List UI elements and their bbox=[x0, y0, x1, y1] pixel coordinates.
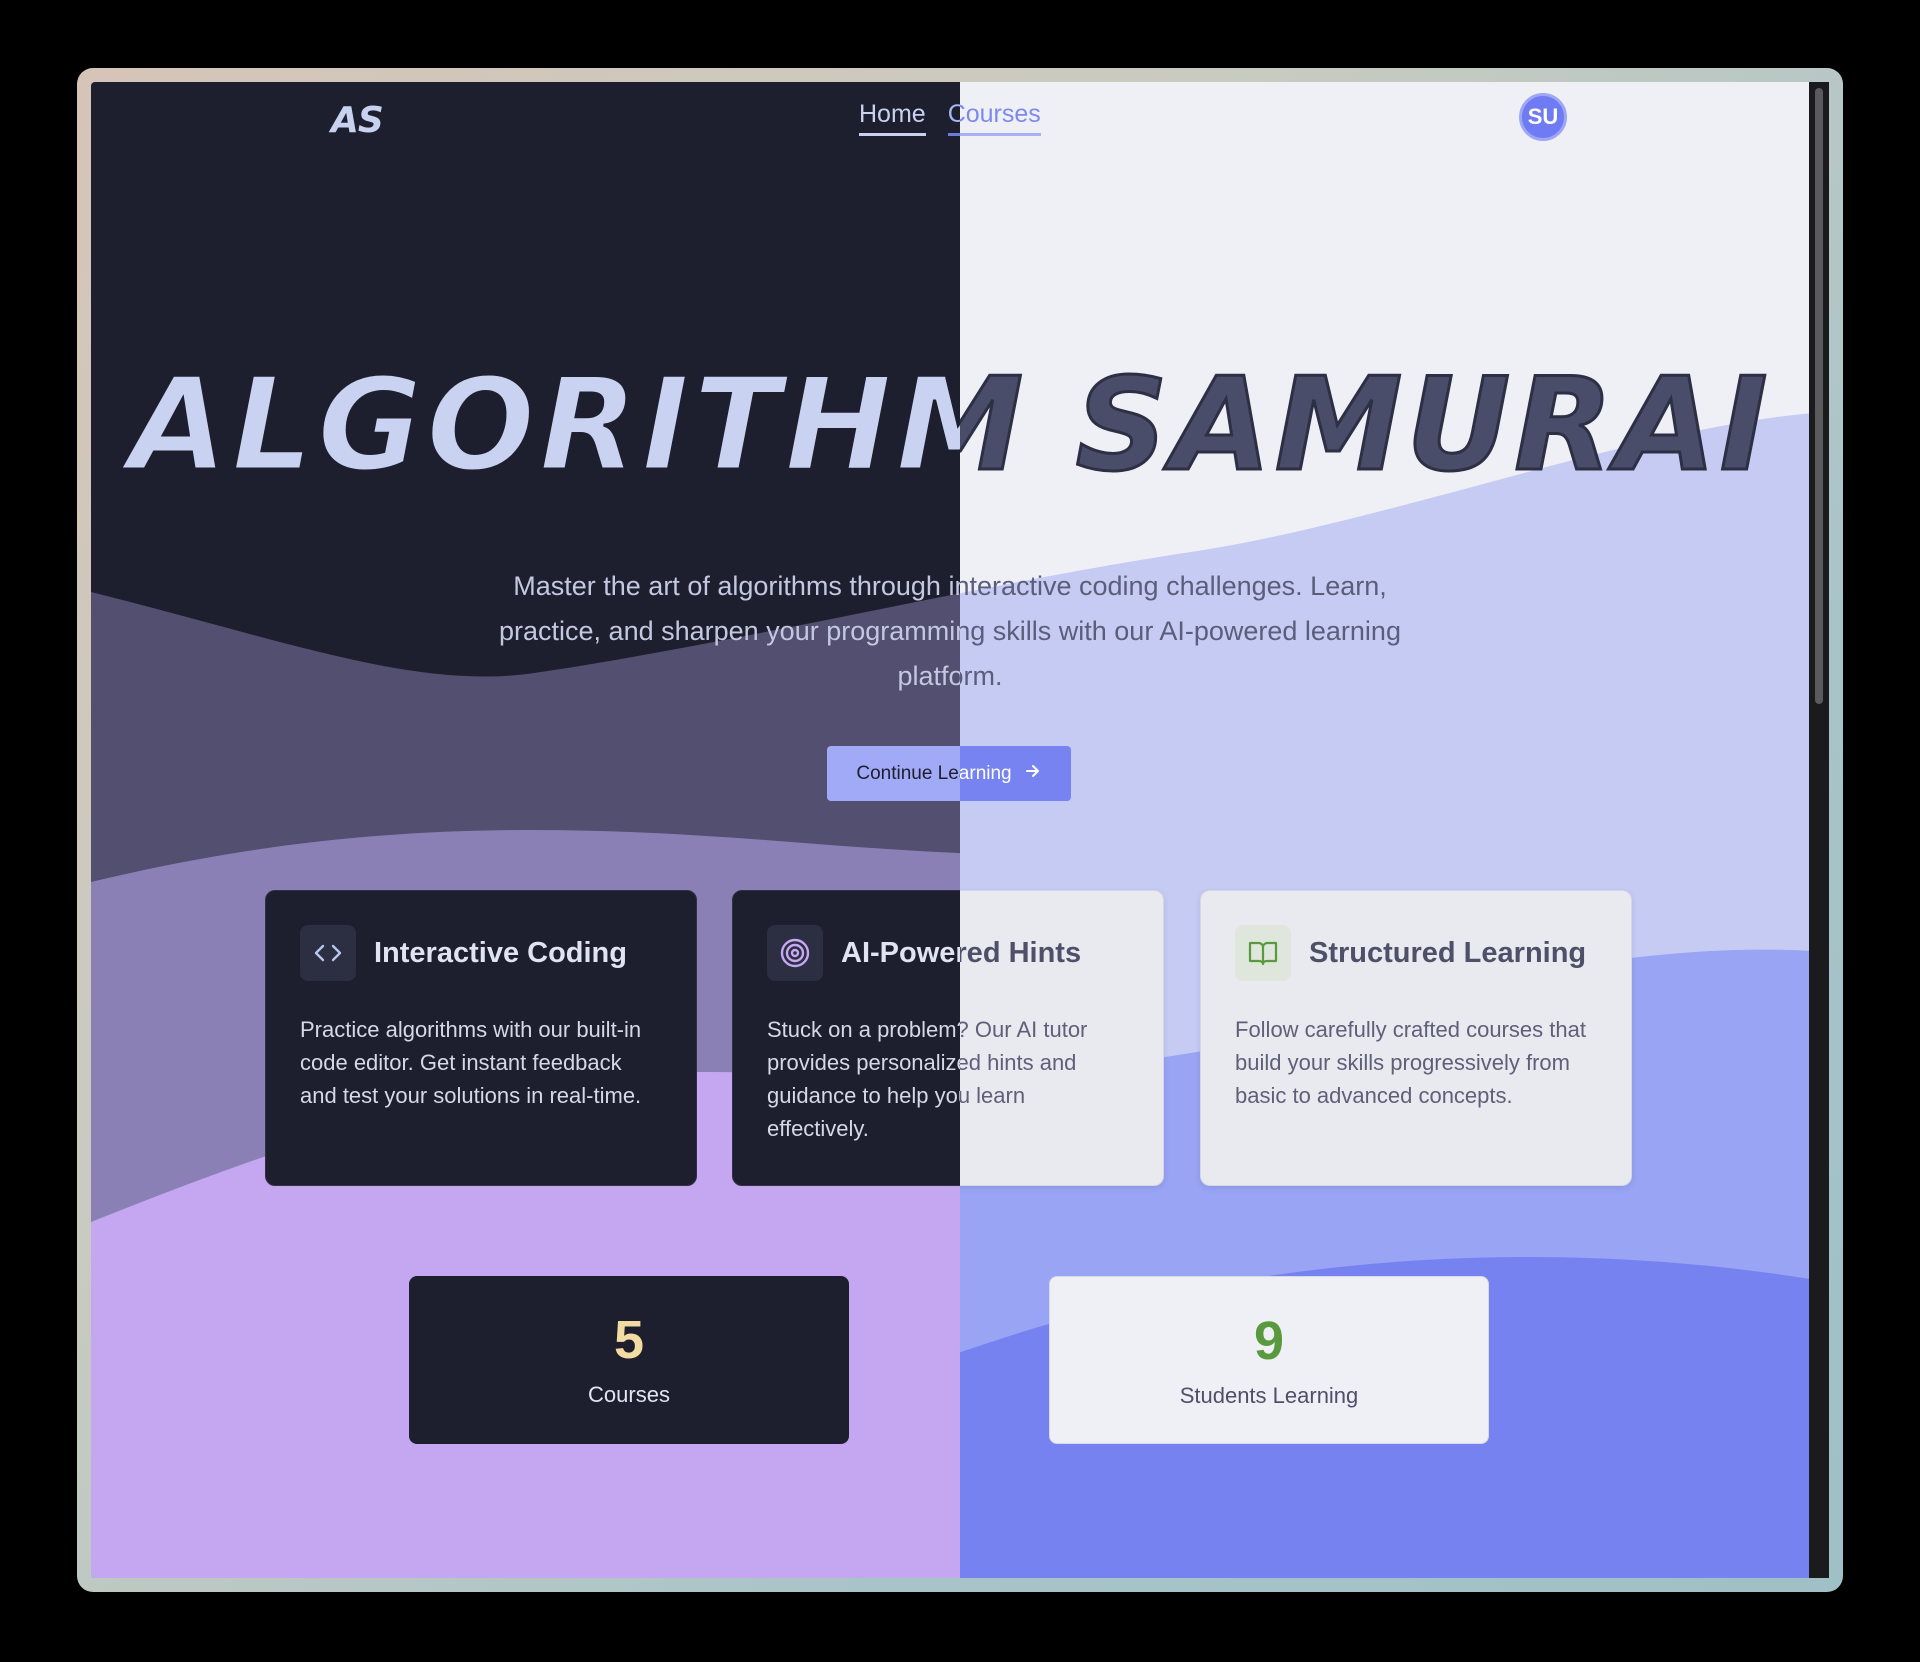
user-avatar[interactable]: SU bbox=[1519, 93, 1567, 141]
site-logo[interactable]: AS bbox=[331, 100, 384, 141]
stat-label: Courses bbox=[588, 1382, 670, 1407]
page-viewport: AS Home Courses SU ALGORITHM SAMURAI Mas… bbox=[91, 82, 1829, 1578]
stat-value: 5 bbox=[613, 1310, 645, 1370]
code-brackets-icon bbox=[300, 925, 356, 981]
open-book-icon bbox=[1235, 925, 1291, 981]
scrollbar-thumb[interactable] bbox=[1815, 88, 1823, 704]
stat-value: 9 bbox=[1253, 1311, 1285, 1371]
stat-label: Students Learning bbox=[1179, 1383, 1359, 1408]
feature-description: Practice algorithms with our built-in co… bbox=[300, 1017, 642, 1108]
nav-courses-link[interactable]: Courses bbox=[960, 100, 1041, 136]
stat-card-students: 9 Students Learning bbox=[1049, 1276, 1489, 1444]
arrow-right-icon bbox=[1024, 762, 1042, 786]
stat-card-courses: 5 Courses bbox=[409, 1276, 849, 1444]
feature-description: Follow carefully crafted courses that bu… bbox=[1235, 1017, 1586, 1108]
vertical-scrollbar[interactable] bbox=[1809, 82, 1829, 1578]
target-icon bbox=[767, 925, 823, 981]
feature-title: Structured Learning bbox=[1309, 936, 1587, 969]
feature-card-interactive-coding: Interactive Coding Practice algorithms w… bbox=[265, 890, 697, 1186]
feature-title: Interactive Coding bbox=[374, 936, 627, 969]
feature-card-structured-learning: Structured Learning Follow carefully cra… bbox=[1200, 890, 1632, 1186]
nav-home-link[interactable]: Home bbox=[859, 100, 926, 136]
